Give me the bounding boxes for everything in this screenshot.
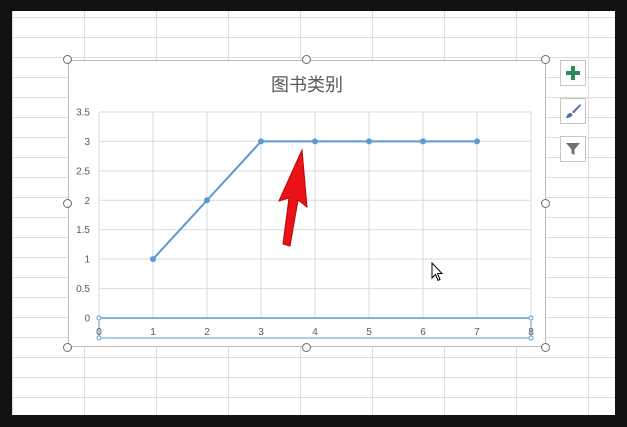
x-tick-labels: 0 1 2 3 4 5 6 7 8 xyxy=(96,327,534,338)
resize-handle-bottom-right[interactable] xyxy=(541,343,550,352)
y-tick-label: 1.5 xyxy=(76,225,90,236)
x-tick-label: 7 xyxy=(474,327,480,338)
data-point[interactable] xyxy=(420,138,426,145)
resize-handle-top[interactable] xyxy=(302,55,311,64)
y-tick-label: 2.5 xyxy=(76,166,90,177)
data-point[interactable] xyxy=(150,256,156,263)
resize-handle-left[interactable] xyxy=(63,199,72,208)
data-point[interactable] xyxy=(204,197,210,204)
plus-icon xyxy=(566,66,580,80)
chart-elements-button[interactable] xyxy=(560,60,586,86)
y-tick-label: 1 xyxy=(84,255,90,266)
funnel-icon xyxy=(566,143,580,155)
data-point[interactable] xyxy=(312,138,318,145)
resize-handle-right[interactable] xyxy=(541,199,550,208)
x-tick-label: 1 xyxy=(150,327,156,338)
resize-handle-top-left[interactable] xyxy=(63,55,72,64)
y-tick-label: 0.5 xyxy=(76,284,90,295)
x-tick-label: 3 xyxy=(258,327,264,338)
brush-icon xyxy=(566,104,581,118)
y-tick-label: 0 xyxy=(84,314,90,325)
data-point[interactable] xyxy=(258,138,264,145)
y-tick-label: 2 xyxy=(84,196,90,207)
chart-area[interactable]: 图书类别 0 0.5 1 1.5 2 2.5 3 3.5 012345678 xyxy=(68,60,546,347)
x-tick-label: 4 xyxy=(312,327,318,338)
y-tick-label: 3 xyxy=(84,137,90,148)
data-point[interactable] xyxy=(366,138,372,145)
chart-styles-button[interactable] xyxy=(560,98,586,124)
x-tick-label: 0 xyxy=(96,327,102,338)
resize-handle-bottom[interactable] xyxy=(302,343,311,352)
x-tick-label: 2 xyxy=(204,327,210,338)
y-tick-label: 3.5 xyxy=(76,108,90,119)
y-tick-labels: 0 0.5 1 1.5 2 2.5 3 3.5 xyxy=(76,108,90,325)
data-point[interactable] xyxy=(474,138,480,145)
resize-handle-bottom-left[interactable] xyxy=(63,343,72,352)
x-tick-label: 6 xyxy=(420,327,426,338)
chart-filters-button[interactable] xyxy=(560,136,586,162)
x-tick-label: 8 xyxy=(528,327,534,338)
plot-area[interactable]: 0 0.5 1 1.5 2 2.5 3 3.5 0 1 2 3 4 5 6 7 8 xyxy=(69,61,545,346)
resize-handle-top-right[interactable] xyxy=(541,55,550,64)
x-axis-handle[interactable] xyxy=(96,315,102,321)
x-tick-label: 5 xyxy=(366,327,372,338)
x-axis-handle[interactable] xyxy=(528,315,534,321)
